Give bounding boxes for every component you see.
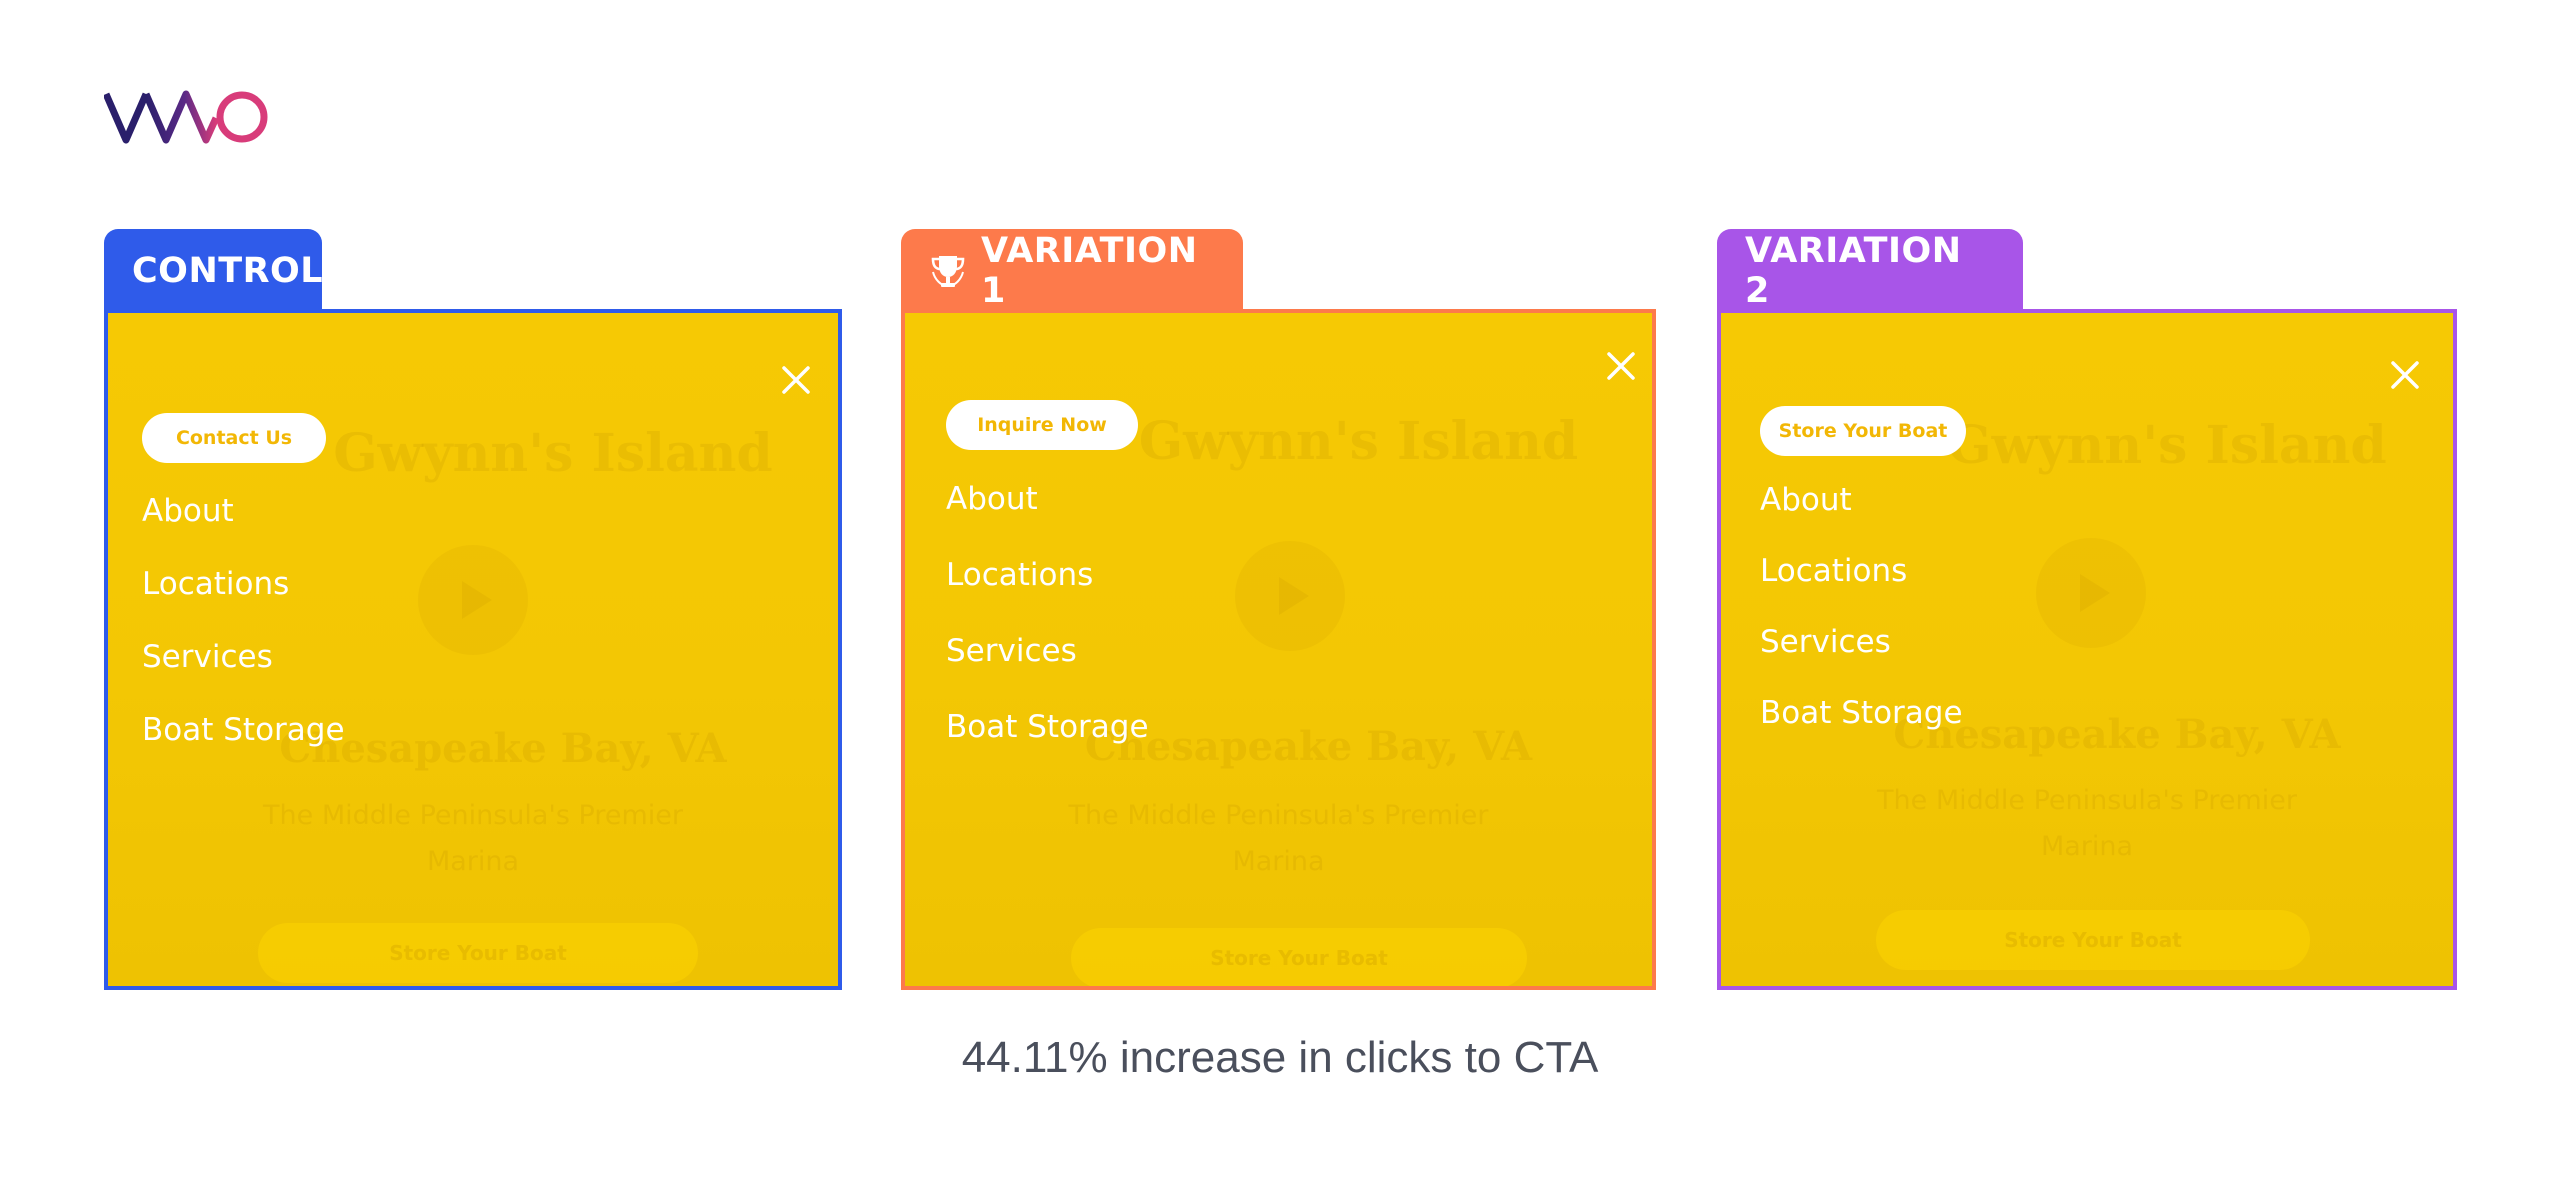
close-icon[interactable]: [780, 364, 812, 396]
variation-1-card: VARIATION 1 Gwynn's Island Chesapeake Ba…: [901, 229, 1656, 990]
contact-us-button[interactable]: Contact Us: [142, 413, 326, 463]
menu-item-services[interactable]: Services: [946, 633, 1077, 669]
menu-item-about[interactable]: About: [142, 493, 234, 529]
menu-item-about[interactable]: About: [1760, 482, 1852, 518]
tab-variation-1: VARIATION 1: [901, 229, 1243, 313]
menu-item-boat-storage[interactable]: Boat Storage: [1760, 695, 1963, 731]
bg-site-button: Store Your Boat: [258, 923, 698, 983]
close-icon[interactable]: [2389, 359, 2421, 391]
play-icon: [2036, 538, 2146, 648]
variation-2-menu-screenshot: Gwynn's Island Chesapeake Bay, VA The Mi…: [1717, 309, 2457, 990]
vwo-logo-icon: [102, 90, 268, 144]
bg-site-button: Store Your Boat: [1876, 910, 2310, 970]
control-card: CONTROL Gwynn's Island Chesapeake Bay, V…: [104, 229, 842, 990]
tab-variation-2: VARIATION 2: [1717, 229, 2023, 313]
close-icon[interactable]: [1605, 350, 1637, 382]
play-icon: [418, 545, 528, 655]
bg-site-tagline: The Middle Peninsula's Premier Marina: [263, 800, 683, 877]
tab-label: VARIATION 1: [981, 231, 1198, 311]
inquire-now-button[interactable]: Inquire Now: [946, 400, 1138, 450]
bg-site-button: Store Your Boat: [1071, 928, 1527, 986]
bg-site-tagline: The Middle Peninsula's Premier Marina: [1068, 800, 1489, 877]
menu-item-services[interactable]: Services: [142, 639, 273, 675]
variation-2-card: VARIATION 2 Gwynn's Island Chesapeake Ba…: [1717, 229, 2457, 990]
trophy-icon: [929, 252, 967, 290]
menu-item-services[interactable]: Services: [1760, 624, 1891, 660]
menu-item-boat-storage[interactable]: Boat Storage: [142, 712, 345, 748]
result-caption: 44.11% increase in clicks to CTA: [961, 1033, 1599, 1082]
tab-control: CONTROL: [104, 229, 324, 313]
play-icon: [1235, 541, 1345, 651]
variation-1-menu-screenshot: Gwynn's Island Chesapeake Bay, VA The Mi…: [901, 309, 1656, 990]
menu-item-locations[interactable]: Locations: [142, 566, 289, 602]
store-your-boat-button[interactable]: Store Your Boat: [1760, 406, 1966, 456]
control-menu-screenshot: Gwynn's Island Chesapeake Bay, VA The Mi…: [104, 309, 842, 990]
menu-item-locations[interactable]: Locations: [1760, 553, 1907, 589]
vwo-logo: [102, 88, 270, 148]
menu-item-about[interactable]: About: [946, 481, 1038, 517]
tab-label: CONTROL: [132, 251, 324, 291]
tab-label: VARIATION 2: [1745, 231, 1962, 311]
menu-item-locations[interactable]: Locations: [946, 557, 1093, 593]
bg-site-tagline: The Middle Peninsula's Premier Marina: [1877, 785, 2297, 862]
menu-item-boat-storage[interactable]: Boat Storage: [946, 709, 1149, 745]
